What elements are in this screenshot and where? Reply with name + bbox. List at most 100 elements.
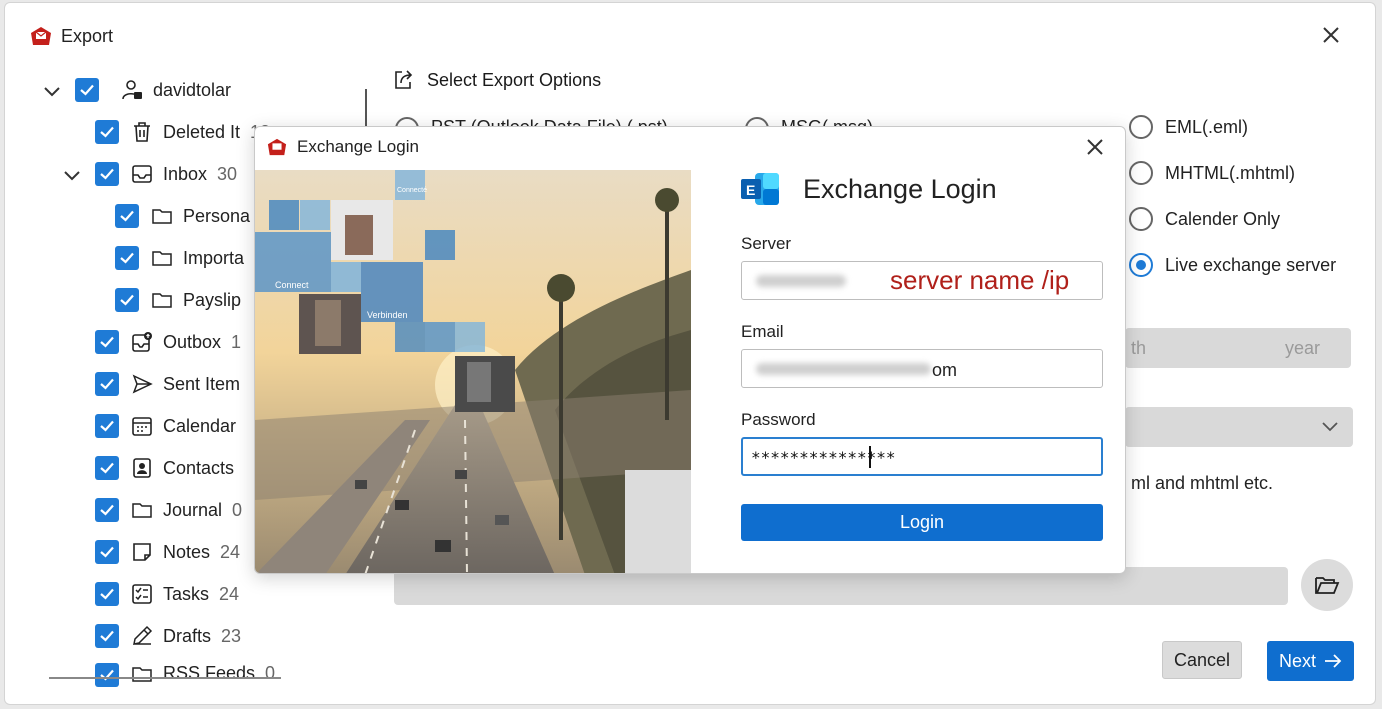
tree-item-label: Persona [183,205,251,226]
tree-item-label: Importa [183,247,245,268]
checkbox[interactable] [115,288,139,312]
tree-item-label: Calendar [163,415,237,436]
tree-item-label: Drafts [163,625,212,646]
folder-icon [132,667,152,682]
tree-item-sent-items[interactable]: Sent Item [95,369,240,399]
pane-divider[interactable] [365,89,367,129]
folder-icon [152,251,172,266]
next-label: Next [1278,650,1316,671]
tree-scrollbar[interactable] [49,677,281,679]
server-input[interactable]: server name /ip [741,261,1103,300]
checkbox[interactable] [95,456,119,480]
tree-item-label: Notes [163,541,211,562]
folder-open-icon [1315,577,1340,594]
exchange-login-dialog: Exchange Login Connect Verbinden Connect… [254,126,1126,574]
tile-label-connect: Connect [275,280,309,290]
tree-item-drafts[interactable]: Drafts 23 [95,621,241,651]
browse-folder-button[interactable] [1301,559,1353,611]
option-live-exchange[interactable]: Live exchange server [1129,253,1336,277]
tree-item-label: Outbox [163,331,222,352]
email-label: Email [741,322,784,341]
checkbox[interactable] [75,78,99,102]
tree-root[interactable]: davidtolar [75,75,231,105]
city-highway-illustration: Connect Verbinden Connecté [255,170,691,573]
export-options-heading: Select Export Options [393,69,601,91]
chevron-down-icon [1322,422,1338,432]
format-note: ml and mhtml etc. [1131,473,1274,493]
checkbox[interactable] [95,582,119,606]
option-label: EML(.eml) [1165,116,1249,137]
tree-item-count: 30 [217,163,238,184]
server-label: Server [741,234,792,253]
checkbox[interactable] [95,624,119,648]
chevron-down-icon[interactable] [43,82,61,100]
radio-button[interactable] [1129,207,1153,231]
outbox-icon [132,332,152,352]
tree-item-notes[interactable]: Notes 24 [95,537,240,567]
date-year-text: year [1285,338,1321,358]
tree-item-outbox[interactable]: Outbox 1 [95,327,241,357]
checkbox[interactable] [115,246,139,270]
login-button[interactable]: Login [741,504,1103,541]
date-range-field[interactable]: th year [1125,328,1351,368]
folder-icon [152,293,172,308]
folder-icon [152,209,172,224]
tree-root-label: davidtolar [153,79,232,100]
checkbox[interactable] [95,162,119,186]
option-mhtml[interactable]: MHTML(.mhtml) [1129,161,1295,185]
tree-item-count: 1 [231,331,242,352]
tree-item-label: Journal [163,499,223,520]
option-label: Live exchange server [1165,254,1337,275]
option-label: MHTML(.mhtml) [1165,162,1295,183]
tree-item-inbox[interactable]: Inbox 30 [95,159,237,189]
tree-item-label: RSS Feeds [163,663,256,683]
password-label: Password [741,410,816,429]
email-visible-text: om [932,360,958,380]
checkbox[interactable] [95,540,119,564]
select-dropdown[interactable] [1125,407,1353,447]
dialog-title-bar: Exchange Login [265,137,419,157]
tree-item-rss-feeds[interactable]: RSS Feeds 0 [95,663,275,687]
tile-label-verbinden: Verbinden [367,310,408,320]
tree-item-contacts[interactable]: Contacts [95,453,234,483]
tree-item-calendar[interactable]: Calendar [95,411,236,441]
cancel-button[interactable]: Cancel [1162,641,1242,679]
arrow-right-icon [1325,654,1342,668]
checkbox[interactable] [95,663,119,687]
option-eml[interactable]: EML(.eml) [1129,115,1248,139]
folder-icon [132,503,152,518]
tree-item-important[interactable]: Importa [115,243,244,273]
tree-item-deleted-items[interactable]: Deleted It 12 [95,117,270,147]
checkbox[interactable] [95,330,119,354]
radio-button[interactable] [1129,115,1153,139]
window-close-button[interactable] [1321,23,1341,49]
chevron-down-icon[interactable] [63,166,81,184]
close-icon [1323,27,1339,43]
tree-item-label: Inbox [163,163,208,184]
radio-button-selected[interactable] [1129,253,1153,277]
tree-item-personal[interactable]: Persona [115,201,250,231]
tree-item-label: Tasks [163,583,210,604]
checkbox[interactable] [95,120,119,144]
inbox-icon [132,165,152,183]
tree-item-payslip[interactable]: Payslip [115,285,241,315]
checkbox[interactable] [115,204,139,228]
radio-button[interactable] [1129,161,1153,185]
email-input[interactable]: om [741,349,1103,388]
redacted-value [756,363,931,375]
password-input[interactable]: *************** [741,437,1103,476]
exchange-promo-image: Connect Verbinden Connecté [255,170,691,573]
exchange-logo-icon: E [741,173,779,205]
server-annotation: server name /ip [890,265,1070,295]
checkbox[interactable] [95,372,119,396]
tree-item-journal[interactable]: Journal 0 [95,495,242,525]
contacts-icon [133,458,151,478]
tree-item-label: Sent Item [163,373,241,394]
dialog-close-button[interactable] [1085,137,1105,162]
checkbox[interactable] [95,498,119,522]
next-button[interactable]: Next [1267,641,1354,681]
tree-item-label: Contacts [163,457,235,478]
checkbox[interactable] [95,414,119,438]
tree-item-tasks[interactable]: Tasks 24 [95,579,239,609]
option-calendar-only[interactable]: Calender Only [1129,207,1280,231]
